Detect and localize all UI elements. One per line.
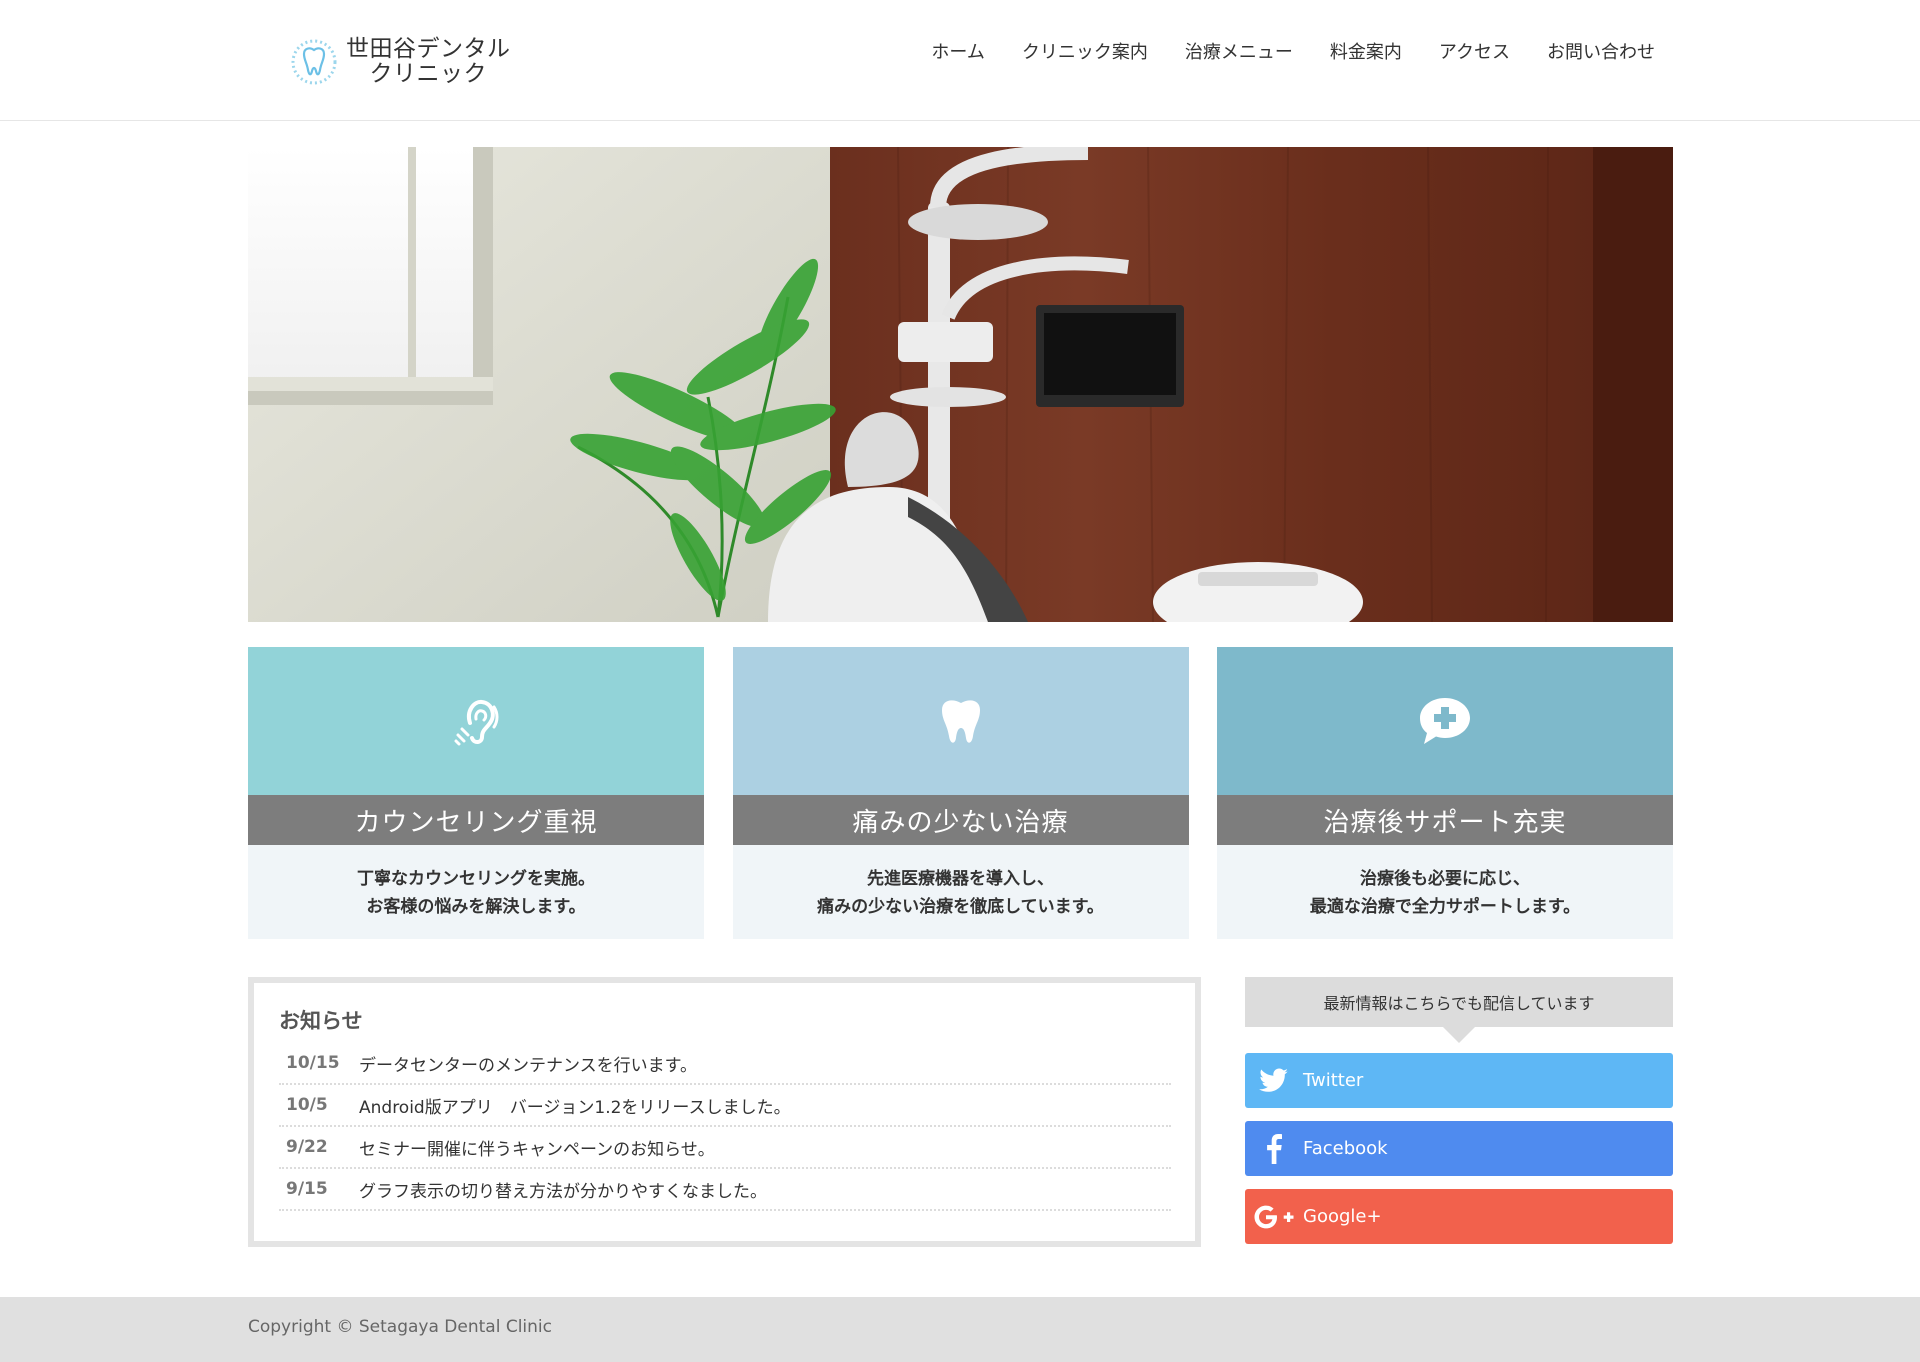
google-plus-label: Google+ xyxy=(1303,1206,1382,1227)
facebook-button[interactable]: Facebook xyxy=(1245,1121,1673,1176)
news-text[interactable]: Android版アプリ バージョン1.2をリリースしました。 xyxy=(359,1093,791,1118)
chat-plus-icon xyxy=(1420,698,1470,744)
feature-card-counseling: カウンセリング重視 丁寧なカウンセリングを実施。 お客様の悩みを解決します。 xyxy=(248,647,704,939)
facebook-icon xyxy=(1245,1133,1303,1164)
ear-listening-icon xyxy=(454,699,499,746)
feature-title: カウンセリング重視 xyxy=(248,795,704,845)
news-item[interactable]: 9/22 セミナー開催に伴うキャンペーンのお知らせ。 xyxy=(279,1127,1171,1169)
news-item[interactable]: 9/15 グラフ表示の切り替え方法が分かりやすくなました。 xyxy=(279,1169,1171,1211)
feature-cards: カウンセリング重視 丁寧なカウンセリングを実施。 お客様の悩みを解決します。 痛… xyxy=(248,647,1673,939)
social-heading: 最新情報はこちらでも配信しています xyxy=(1245,977,1673,1043)
news-panel: お知らせ 10/15 データセンターのメンテナンスを行います。 10/5 And… xyxy=(248,977,1201,1247)
site-logo[interactable]: 世田谷デンタル クリニック xyxy=(290,36,511,88)
feature-card-header xyxy=(1217,647,1673,795)
nav-treatment-menu[interactable]: 治療メニュー xyxy=(1185,38,1293,64)
news-date: 10/15 xyxy=(286,1053,340,1073)
feature-desc-line: 最適な治療で全力サポートします。 xyxy=(1309,897,1581,917)
facebook-label: Facebook xyxy=(1303,1138,1388,1159)
feature-desc-line: 先進医療機器を導入し、 xyxy=(867,869,1054,889)
feature-card-aftercare: 治療後サポート充実 治療後も必要に応じ、 最適な治療で全力サポートします。 xyxy=(1217,647,1673,939)
twitter-button[interactable]: Twitter xyxy=(1245,1053,1673,1108)
twitter-icon xyxy=(1245,1068,1303,1094)
nav-contact[interactable]: お問い合わせ xyxy=(1547,38,1655,64)
logo-line-2: クリニック xyxy=(369,61,487,87)
news-date: 9/15 xyxy=(286,1179,328,1199)
news-text[interactable]: グラフ表示の切り替え方法が分かりやすくなました。 xyxy=(359,1177,767,1202)
feature-description: 先進医療機器を導入し、 痛みの少ない治療を徹底しています。 xyxy=(733,845,1189,921)
news-title: お知らせ xyxy=(279,1009,363,1033)
nav-access[interactable]: アクセス xyxy=(1439,38,1510,64)
news-item[interactable]: 10/15 データセンターのメンテナンスを行います。 xyxy=(279,1043,1171,1085)
feature-card-header xyxy=(248,647,704,795)
feature-description: 丁寧なカウンセリングを実施。 お客様の悩みを解決します。 xyxy=(248,845,704,921)
logo-line-1: 世田谷デンタル xyxy=(346,36,511,62)
hero-image xyxy=(248,147,1673,622)
feature-card-painless: 痛みの少ない治療 先進医療機器を導入し、 痛みの少ない治療を徹底しています。 xyxy=(732,647,1189,939)
dental-room-photo xyxy=(248,147,1673,622)
feature-desc-line: お客様の悩みを解決します。 xyxy=(366,897,586,917)
main-nav: ホーム クリニック案内 治療メニュー 料金案内 アクセス お問い合わせ xyxy=(931,38,1655,64)
feature-card-header xyxy=(732,647,1189,795)
google-plus-icon xyxy=(1245,1205,1303,1229)
news-date: 9/22 xyxy=(286,1137,328,1157)
news-date: 10/5 xyxy=(286,1095,328,1115)
logo-wordmark: 世田谷デンタル クリニック xyxy=(346,37,511,87)
tooth-logo-icon xyxy=(291,39,337,85)
site-header: 世田谷デンタル クリニック ホーム クリニック案内 治療メニュー 料金案内 アク… xyxy=(0,0,1920,121)
feature-desc-line: 治療後も必要に応じ、 xyxy=(1360,869,1530,889)
tooth-icon xyxy=(941,700,980,743)
news-item[interactable]: 10/5 Android版アプリ バージョン1.2をリリースしました。 xyxy=(279,1085,1171,1127)
twitter-label: Twitter xyxy=(1303,1070,1364,1091)
google-plus-button[interactable]: Google+ xyxy=(1245,1189,1673,1244)
feature-description: 治療後も必要に応じ、 最適な治療で全力サポートします。 xyxy=(1217,845,1673,921)
nav-home[interactable]: ホーム xyxy=(931,38,984,64)
feature-desc-line: 痛みの少ない治療を徹底しています。 xyxy=(817,897,1104,917)
feature-title: 治療後サポート充実 xyxy=(1217,795,1673,845)
nav-pricing[interactable]: 料金案内 xyxy=(1330,38,1402,64)
news-text[interactable]: データセンターのメンテナンスを行います。 xyxy=(359,1051,697,1076)
nav-clinic[interactable]: クリニック案内 xyxy=(1022,38,1148,64)
news-text[interactable]: セミナー開催に伴うキャンペーンのお知らせ。 xyxy=(359,1135,715,1160)
copyright-text: Copyright © Setagaya Dental Clinic xyxy=(248,1317,552,1337)
feature-desc-line: 丁寧なカウンセリングを実施。 xyxy=(357,869,595,889)
feature-title: 痛みの少ない治療 xyxy=(732,795,1189,845)
social-panel: 最新情報はこちらでも配信しています Twitter Facebook Googl… xyxy=(1245,977,1673,1244)
site-footer: Copyright © Setagaya Dental Clinic xyxy=(0,1297,1920,1362)
